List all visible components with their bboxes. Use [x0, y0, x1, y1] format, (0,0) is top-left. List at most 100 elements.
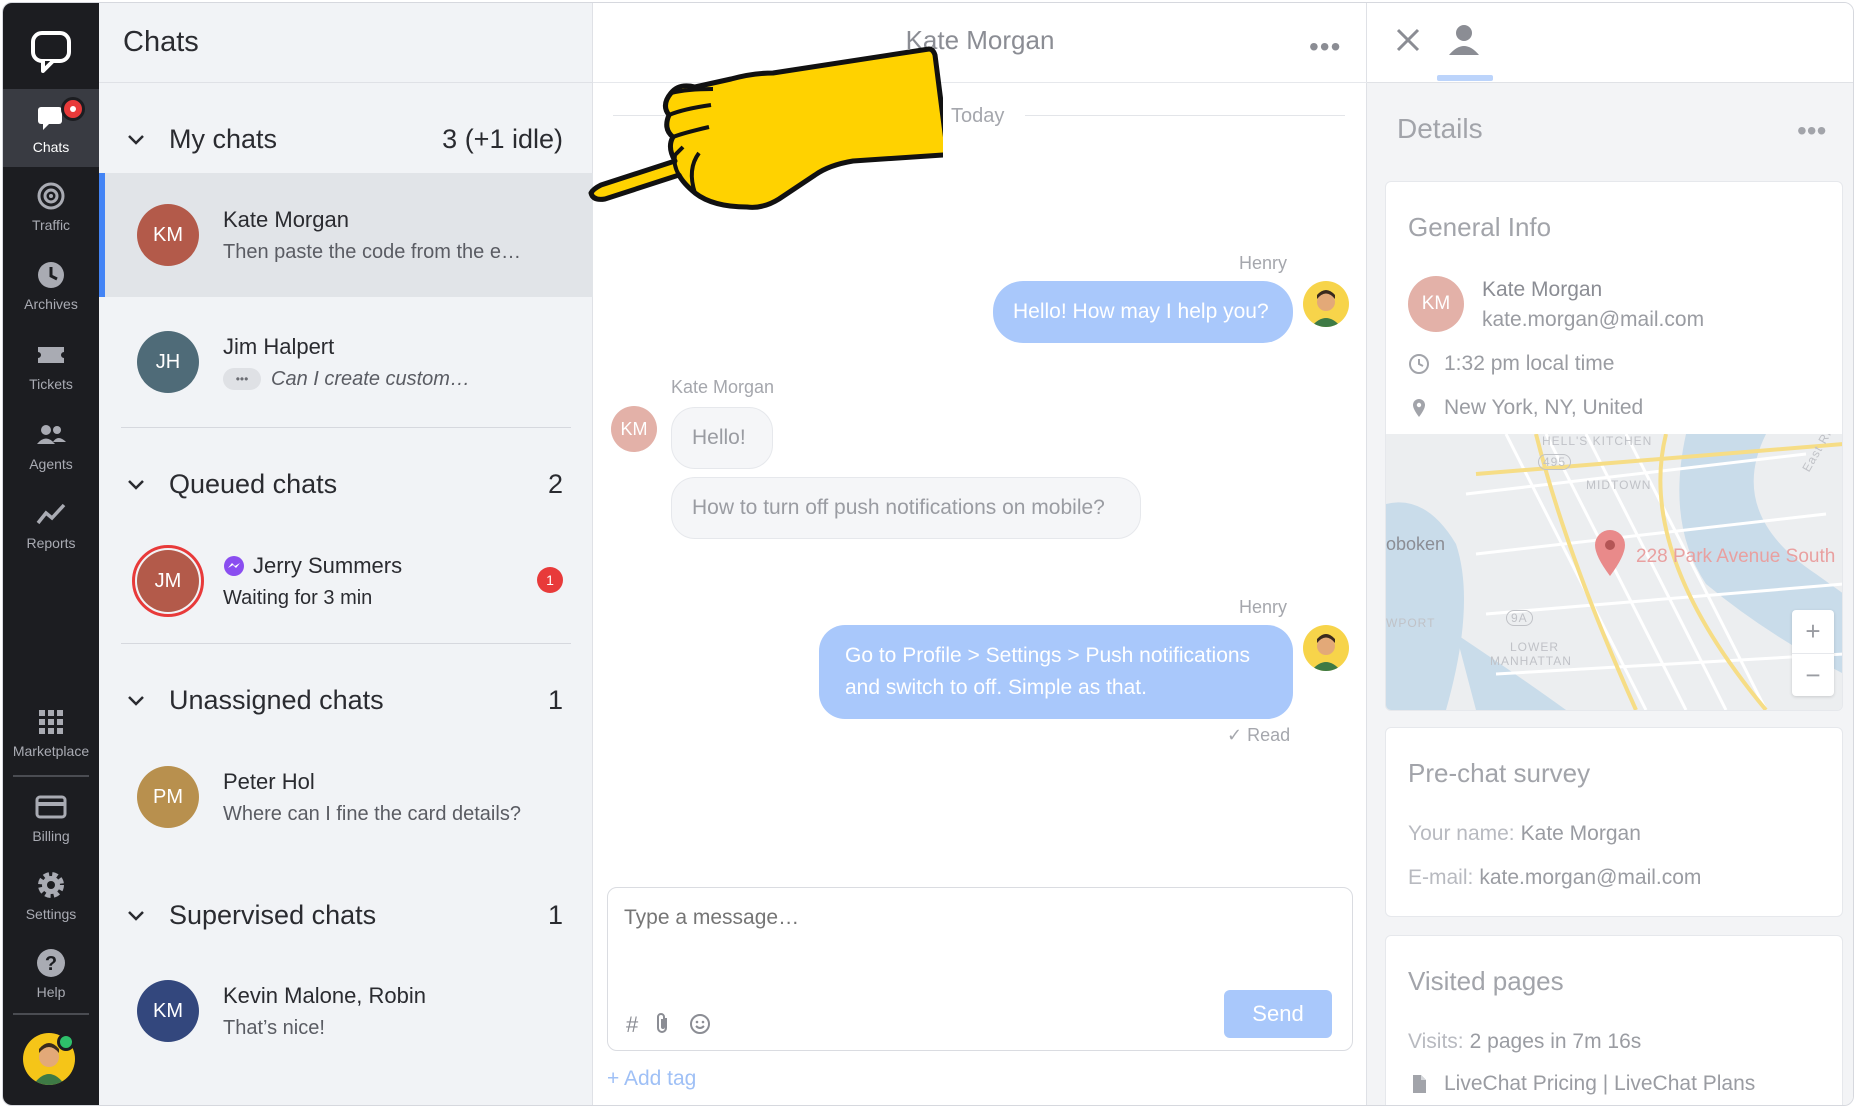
message-line: Go to Profile > Settings > Push notifica…	[845, 644, 1251, 667]
chat-name: Kate Morgan	[223, 206, 349, 232]
date-divider: Today	[951, 105, 1005, 127]
location-map[interactable]: HELL'S KITCHEN MIDTOWN oboken WPORT LOWE…	[1386, 434, 1842, 710]
list-divider	[121, 643, 571, 644]
add-tag-link[interactable]: + Add tag	[607, 1067, 696, 1091]
divider-line	[1025, 115, 1345, 116]
chat-name: Jerry Summers	[253, 552, 403, 578]
nav-divider	[13, 775, 89, 777]
chat-item-jerry-summers[interactable]: JM Jerry Summers Waiting for 3 min 1	[99, 519, 593, 643]
more-options-icon[interactable]: •••	[1797, 115, 1826, 147]
close-icon[interactable]	[1391, 23, 1425, 57]
message-author: Kate Morgan	[671, 377, 775, 397]
chevron-down-icon	[128, 696, 144, 706]
message-bubble[interactable]: How to turn off push notifications on mo…	[671, 477, 1141, 539]
message-input[interactable]	[624, 906, 1224, 930]
more-options-icon[interactable]: •••	[1309, 31, 1341, 63]
nav-item-agents[interactable]: Agents	[3, 406, 99, 484]
nav-item-traffic[interactable]: Traffic	[3, 167, 99, 245]
composer-tools: #	[626, 1012, 712, 1038]
livechat-logo-icon[interactable]	[25, 25, 77, 77]
section-supervised-chats[interactable]: Supervised chats 1	[99, 885, 593, 945]
nav-label: Agents	[29, 456, 73, 472]
chat-item-jim-halpert[interactable]: JH Jim Halpert ••• Can I create custom…	[99, 300, 593, 424]
chat-preview-row: ••• Can I create custom…	[223, 368, 470, 391]
avatar: KM	[1408, 276, 1464, 332]
zoom-out-button[interactable]: −	[1792, 653, 1834, 696]
messenger-icon	[224, 555, 244, 576]
chat-name-row: Jerry Summers	[223, 553, 402, 579]
nav-label: Settings	[25, 906, 77, 922]
nav-item-marketplace[interactable]: Marketplace	[3, 693, 99, 771]
section-title: Queued chats	[169, 468, 338, 499]
zoom-in-button[interactable]: +	[1792, 610, 1834, 653]
section-count: 2	[547, 468, 563, 499]
message-author: Henry	[1239, 253, 1288, 273]
nav-divider	[13, 1013, 89, 1015]
chat-item-peter-hol[interactable]: PM Peter Hol Where can I fine the card d…	[99, 735, 593, 859]
nav-label: Help	[36, 984, 66, 1000]
details-title: Details	[1397, 113, 1483, 144]
read-status-label: Read	[1247, 725, 1291, 745]
notification-dot	[61, 97, 85, 121]
hashtag-icon[interactable]: #	[626, 1012, 638, 1038]
nav-item-chats[interactable]: Chats	[3, 89, 99, 167]
nav-rail: Chats Traffic Archives Tickets Agents Re…	[3, 3, 99, 1105]
location-pin-icon	[1413, 399, 1425, 417]
card-title: General Info	[1408, 212, 1552, 242]
section-count: 1	[547, 899, 563, 930]
avatar: KM	[137, 204, 199, 266]
field-label: E-mail:	[1408, 866, 1474, 889]
message-bubble[interactable]: Hello!	[671, 407, 773, 469]
message-composer: # Send	[607, 887, 1353, 1051]
chevron-down-icon	[128, 911, 144, 921]
send-button[interactable]: Send	[1224, 990, 1332, 1038]
pre-chat-survey-card: Pre-chat survey Your name: Kate Morgan E…	[1385, 727, 1843, 917]
section-count: 3 (+1 idle)	[442, 123, 563, 154]
location: New York, NY, United	[1444, 396, 1644, 419]
emoji-icon[interactable]	[688, 1012, 712, 1036]
nav-label: Billing	[32, 828, 70, 844]
paperclip-icon[interactable]	[652, 1012, 674, 1036]
chat-list-panel: Chats My chats 3 (+1 idle) KM Kate Morga…	[99, 3, 593, 1105]
message-bubble[interactable]: Hello! How may I help you?	[993, 281, 1293, 343]
billing-icon	[35, 795, 67, 819]
highway-shield: 495	[1538, 454, 1572, 470]
nav-item-settings[interactable]: Settings	[3, 856, 99, 934]
message-author: Henry	[1239, 597, 1288, 617]
visited-page-row[interactable]: LiveChat Pricing | LiveChat Plans	[1408, 1072, 1755, 1096]
visited-page-title: LiveChat Pricing | LiveChat Plans	[1444, 1072, 1756, 1095]
chat-preview: Then paste the code from the e…	[223, 240, 521, 263]
section-unassigned-chats[interactable]: Unassigned chats 1	[99, 670, 593, 730]
section-count: 1	[547, 684, 563, 715]
chat-item-kate-morgan[interactable]: KM Kate Morgan Then paste the code from …	[99, 173, 593, 297]
section-title: Unassigned chats	[169, 684, 384, 715]
nav-item-help[interactable]: ? Help	[3, 934, 99, 1012]
chat-preview: Waiting for 3 min	[223, 586, 373, 609]
chat-list-title: Chats	[99, 3, 592, 83]
map-label: LOWER	[1510, 640, 1560, 654]
chat-item-kevin-malone[interactable]: KM Kevin Malone, Robin That’s nice!	[99, 949, 593, 1073]
survey-name-row: Your name: Kate Morgan	[1408, 822, 1641, 846]
person-icon[interactable]	[1445, 21, 1483, 59]
section-queued-chats[interactable]: Queued chats 2	[99, 454, 593, 514]
message-bubble[interactable]: Go to Profile > Settings > Push notifica…	[819, 625, 1293, 719]
nav-label: Chats	[32, 139, 70, 155]
unread-count-badge: 1	[537, 567, 563, 593]
agents-icon	[37, 425, 66, 444]
visits-row: Visits: 2 pages in 7m 16s	[1408, 1030, 1641, 1054]
nav-item-tickets[interactable]: Tickets	[3, 326, 99, 404]
nav-item-archives[interactable]: Archives	[3, 246, 99, 324]
visited-pages-card: Visited pages Visits: 2 pages in 7m 16s …	[1385, 935, 1843, 1105]
local-time-row: 1:32 pm local time	[1408, 352, 1614, 376]
location-row: New York, NY, United	[1408, 396, 1643, 420]
general-info-card: General Info KM Kate Morgan kate.morgan@…	[1385, 181, 1843, 711]
chat-preview: That’s nice!	[223, 1016, 325, 1039]
nav-item-billing[interactable]: Billing	[3, 778, 99, 856]
chat-name: Peter Hol	[223, 768, 315, 794]
details-tabs	[1367, 3, 1853, 83]
customer-email: kate.morgan@mail.com	[1482, 308, 1705, 331]
highway-shield: 9A	[1506, 610, 1533, 626]
nav-item-reports[interactable]: Reports	[3, 485, 99, 563]
nav-label: Marketplace	[12, 743, 90, 759]
section-my-chats[interactable]: My chats 3 (+1 idle)	[99, 109, 593, 169]
